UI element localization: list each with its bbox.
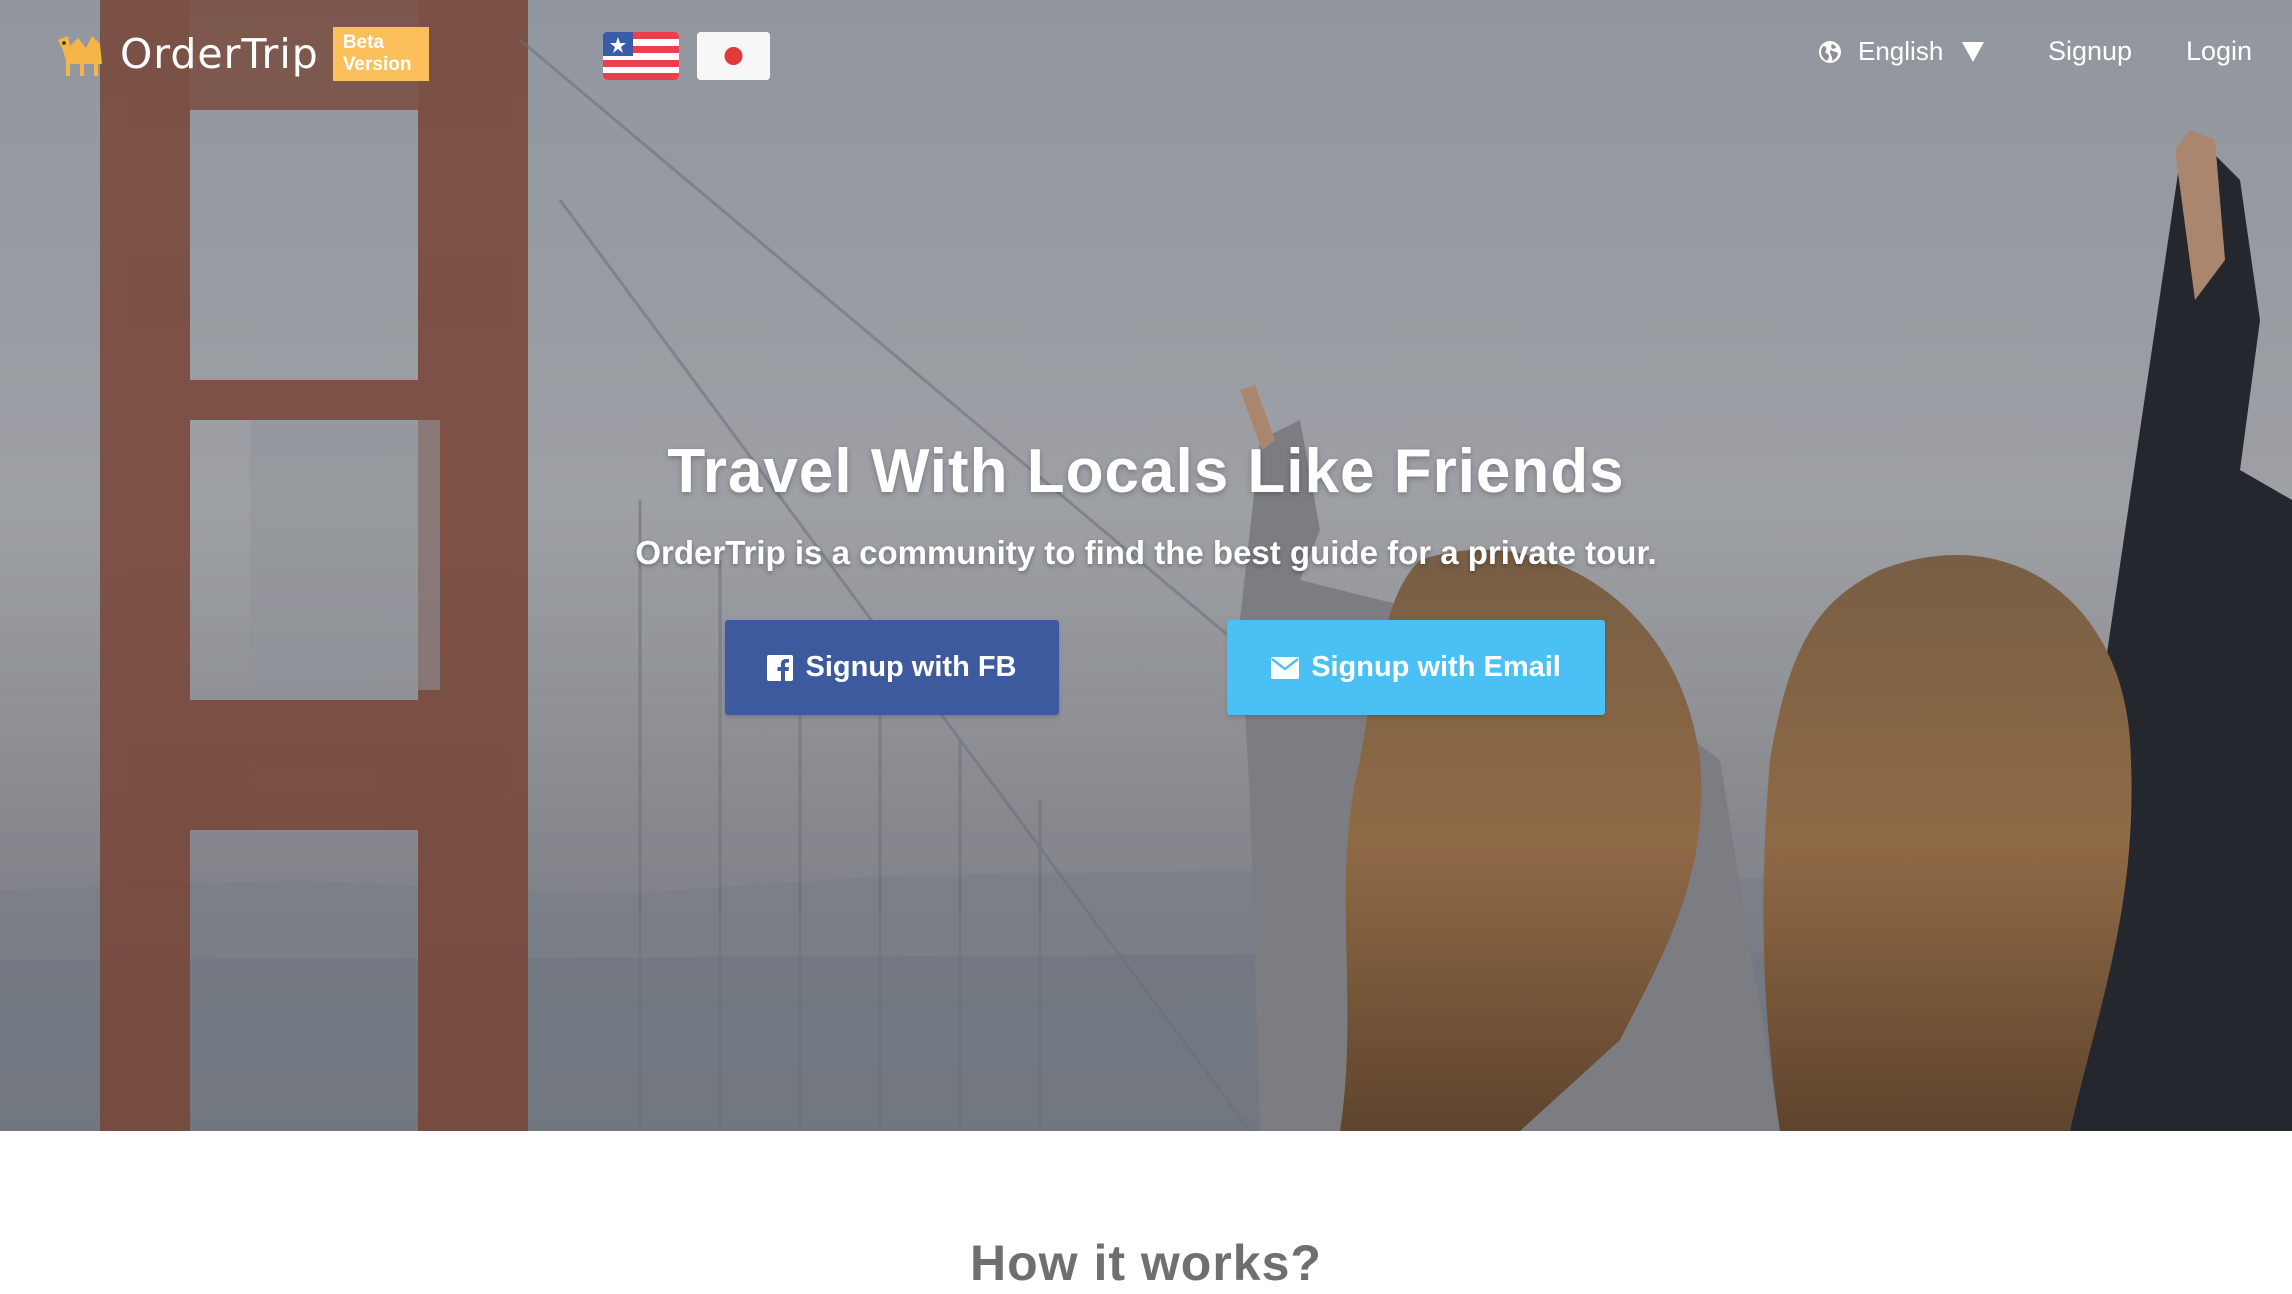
nav-signup-link[interactable]: Signup — [2048, 36, 2132, 67]
globe-icon — [1819, 40, 1841, 63]
brand-logo[interactable]: OrderTrip Beta Version — [52, 26, 429, 82]
signup-email-label: Signup with Email — [1311, 651, 1561, 683]
nav-login-link[interactable]: Login — [2186, 36, 2252, 67]
facebook-icon — [767, 654, 794, 681]
camel-logo-icon — [58, 36, 102, 76]
signup-facebook-button[interactable]: Signup with FB — [725, 620, 1059, 715]
signup-facebook-label: Signup with FB — [805, 651, 1017, 683]
beta-badge: Beta Version — [332, 27, 429, 81]
language-selector[interactable]: English — [1818, 36, 1985, 67]
landing-page: OrderTrip Beta Version English Signup Lo… — [0, 0, 2292, 1294]
hero-subtitle: OrderTrip is a community to find the bes… — [635, 534, 1657, 571]
japan-flag-icon[interactable] — [697, 32, 770, 80]
beta-badge-line1: Beta — [342, 32, 384, 53]
language-label: English — [1858, 36, 1944, 66]
hero-title: Travel With Locals Like Friends — [667, 437, 1625, 506]
caret-down-icon — [1962, 41, 1985, 62]
top-navbar: OrderTrip Beta Version English Signup Lo… — [0, 0, 2292, 110]
brand-name: OrderTrip — [120, 30, 319, 78]
envelope-icon — [1271, 656, 1300, 679]
beta-badge-line2: Version — [342, 54, 412, 75]
signup-email-button[interactable]: Signup with Email — [1227, 620, 1605, 715]
us-flag-icon[interactable] — [603, 32, 679, 80]
how-it-works-heading: How it works? — [970, 1235, 1322, 1291]
